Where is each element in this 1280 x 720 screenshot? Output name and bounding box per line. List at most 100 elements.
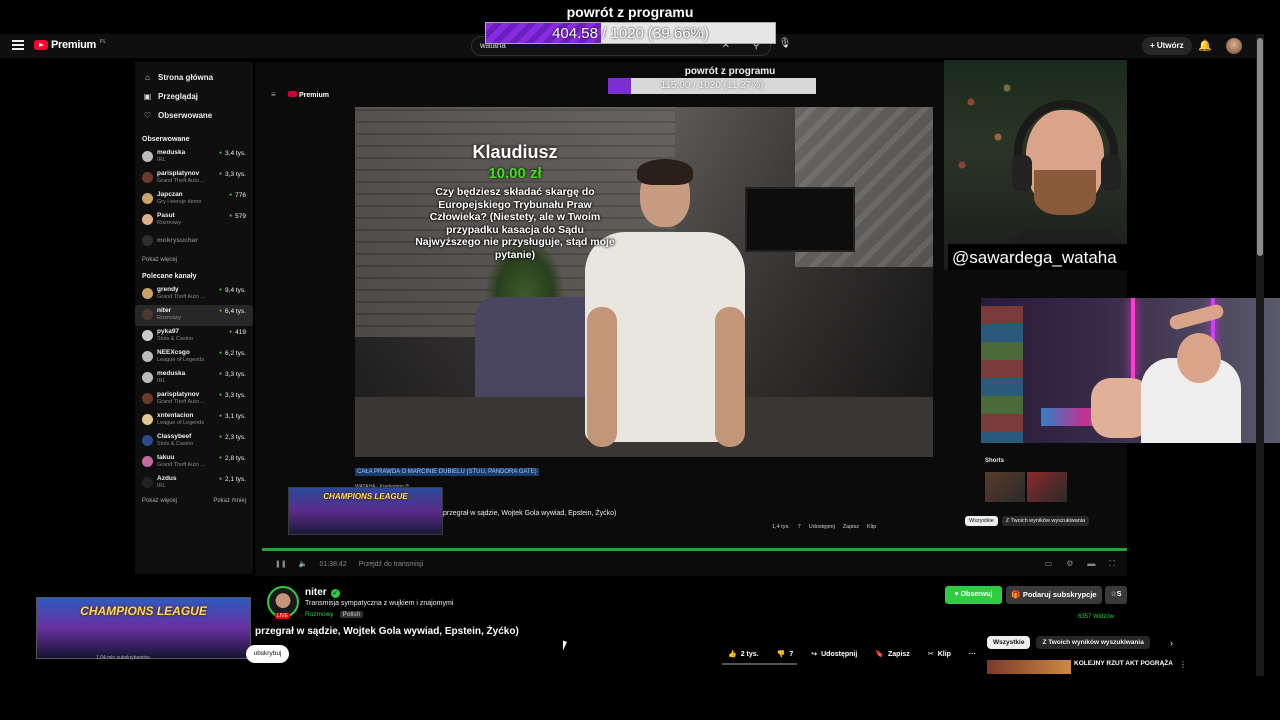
like-count: 2 tys.	[740, 651, 759, 658]
pause-icon[interactable]: ❚❚	[275, 560, 287, 568]
gift-subscription-button[interactable]: 🎁 Podaruj subskrypcje	[1006, 586, 1102, 604]
donation-name: Klaudiusz	[472, 142, 558, 162]
share-button[interactable]: ↪ Udostępnij	[805, 646, 863, 663]
sidebar-channel[interactable]: pyka97 Slots & Casino 419	[135, 326, 253, 347]
channel-category: Grand Theft Auto ...	[157, 399, 205, 405]
sidebar-channel[interactable]: meduska IRL 3,4 tys.	[135, 147, 253, 168]
sidebar-item-browse[interactable]: ▣ Przeglądaj	[135, 87, 253, 106]
show-more-link[interactable]: Pokaż więcej	[142, 494, 177, 508]
show-less-link[interactable]: Pokaż mniej	[213, 494, 246, 508]
captions-icon[interactable]: ▭	[1045, 559, 1053, 569]
sidebar-channel[interactable]: NEEXcsgo League of Legends 6,2 tys.	[135, 347, 253, 368]
stream-tags: Rozmowy Polish	[305, 611, 364, 618]
youtube-logo[interactable]: Premium PL	[34, 39, 106, 51]
nested-save[interactable]: Zapisz	[843, 524, 859, 530]
channel-category: League of Legends	[157, 420, 205, 426]
chip-from-search[interactable]: Z Twoich wyników wyszukiwania	[1036, 636, 1150, 649]
nested-thumbnail[interactable]: CHAMPIONS LEAGUE	[288, 487, 443, 535]
more-actions-button[interactable]: ···	[963, 646, 982, 663]
chip-all[interactable]: Wszystkie	[987, 636, 1031, 649]
like-button[interactable]: 👍 2 tys.	[722, 646, 765, 663]
youtube-play-icon	[34, 40, 48, 50]
bell-icon[interactable]: 🔔	[1198, 39, 1212, 52]
shorts-thumbnail[interactable]	[1027, 472, 1067, 502]
create-button[interactable]: + Utwórz	[1142, 37, 1192, 55]
channel-avatar	[142, 288, 153, 299]
sidebar-channel[interactable]: Azdus IRL 2,1 tys.	[135, 473, 253, 494]
theater-icon[interactable]: ▬	[1087, 559, 1095, 569]
follow-button[interactable]: ♥ Obserwuj	[945, 586, 1002, 604]
nested-video-info: CAŁA PRAWDA O MARCINIE DUBIELU (STUU, PA…	[355, 460, 975, 494]
channel-category: IRL	[157, 157, 166, 163]
show-more-link[interactable]: Pokaż więcej	[135, 252, 253, 268]
person-arm	[587, 307, 617, 447]
channel-avatar	[142, 351, 153, 362]
shorts-thumbnail[interactable]	[985, 472, 1025, 502]
seek-bar[interactable]	[262, 548, 1127, 551]
sidebar-item-label: Strona główna	[158, 73, 214, 82]
microphone-icon[interactable]: 🎙	[778, 38, 792, 54]
video-frame[interactable]: Klaudiusz 10.00 zł Czy będziesz składać …	[355, 107, 933, 457]
sidebar-channel-offline[interactable]: mokrysuchar	[135, 231, 253, 252]
player-controls: ❚❚ 🔈 01:38:42 Przejdź do transmisji	[275, 560, 424, 569]
donation-amount: 10.00 zł	[488, 165, 542, 182]
channel-title[interactable]: niter ✓	[305, 587, 340, 598]
related-thumbnail[interactable]	[987, 660, 1071, 674]
nested-video-title-2: przegrał w sądzie, Wojtek Gola wywiad, E…	[443, 510, 617, 517]
language-tag[interactable]: Polish	[339, 611, 364, 618]
sidebar-channel[interactable]: parisplatynov Grand Theft Auto ... 3,3 t…	[135, 168, 253, 189]
settings-icon[interactable]: ⚙	[1066, 559, 1073, 569]
plus-icon: +	[1150, 41, 1157, 50]
avatar[interactable]	[1226, 38, 1242, 54]
sidebar-channel-active[interactable]: niter Rozmowy 6,4 tys.	[135, 305, 253, 326]
nested-share[interactable]: Udostępnij	[809, 524, 835, 530]
nested-clip[interactable]: Klip	[867, 524, 876, 530]
create-label: Utwórz	[1156, 41, 1184, 50]
category-link[interactable]: Rozmowy	[305, 611, 334, 618]
fullscreen-icon[interactable]: ⛶	[1109, 559, 1115, 569]
dislike-button[interactable]: 👎 7	[771, 646, 800, 663]
sidebar-channel[interactable]: Pasut Rozmowy 579	[135, 210, 253, 231]
person-hair	[637, 159, 693, 185]
nested-dislike[interactable]: 7	[798, 524, 801, 530]
video-thumbnail[interactable]: CHAMPIONS LEAGUE	[36, 597, 251, 659]
sidebar-channel[interactable]: Classybeef Slots & Casino 2,3 tys.	[135, 431, 253, 452]
sidebar-channel[interactable]: grendy Grand Theft Auto ... 9,4 tys.	[135, 284, 253, 305]
related-title[interactable]: KOLEJNY RZUT AKT POGRĄŻA	[1074, 660, 1173, 667]
nested-chip-all[interactable]: Wszystkie	[965, 516, 998, 526]
sidebar-channel[interactable]: xntentacion League of Legends 3,1 tys.	[135, 410, 253, 431]
chevron-right-icon[interactable]: ›	[1170, 638, 1173, 648]
scrollbar-thumb[interactable]	[1257, 38, 1263, 256]
clip-button[interactable]: ✂ Klip	[922, 646, 957, 663]
channel-category: Slots & Casino	[157, 336, 194, 342]
champions-text: CHAMPIONS LEAGUE	[323, 492, 408, 501]
channel-avatar	[142, 456, 153, 467]
thumbs-down-icon: 👎	[776, 651, 786, 658]
heart-icon: ♡	[143, 111, 152, 120]
like-ratio-bar	[722, 663, 797, 665]
sidebar-item-following[interactable]: ♡ Obserwowane	[135, 106, 253, 125]
sidebar-channel[interactable]: parisplatynov Grand Theft Auto ... 3,3 t…	[135, 389, 253, 410]
skip-to-live[interactable]: Przejdź do transmisji	[359, 561, 424, 568]
subscribe-button-partial[interactable]: ☆S	[1105, 586, 1127, 604]
channel-viewers: 3,3 tys.	[219, 392, 246, 399]
menu-icon[interactable]	[12, 40, 24, 50]
volume-icon[interactable]: 🔈	[299, 560, 308, 568]
logo-region: PL	[99, 39, 107, 45]
sidebar-item-home[interactable]: ⌂ Strona główna	[135, 68, 253, 87]
logo-text: Premium	[51, 39, 96, 51]
sidebar-channel[interactable]: meduska IRL 3,3 tys.	[135, 368, 253, 389]
nested-chip-search[interactable]: Z Twoich wyników wyszukiwania	[1001, 516, 1090, 526]
save-button[interactable]: 🔖 Zapisz	[869, 646, 916, 663]
nested-like[interactable]: 1,4 tys.	[772, 524, 790, 530]
channel-avatar	[142, 393, 153, 404]
sidebar-channel[interactable]: takuu Grand Theft Auto ... 2,8 tys.	[135, 452, 253, 473]
more-vert-icon[interactable]: ⋮	[1179, 660, 1187, 669]
sidebar-channel[interactable]: Japczan Gry i wersje demo 776	[135, 189, 253, 210]
streamer-name-plate: @sawardega_wataha	[948, 244, 1138, 270]
viewer-count: 6357 Widzów	[1078, 614, 1115, 620]
channel-avatar	[142, 193, 153, 204]
channel-viewers: 6,2 tys.	[219, 350, 246, 357]
subscribe-button[interactable]: ubskrybuj	[246, 645, 289, 663]
subscriber-count: 1,04 mln subskrybentów	[96, 655, 150, 661]
